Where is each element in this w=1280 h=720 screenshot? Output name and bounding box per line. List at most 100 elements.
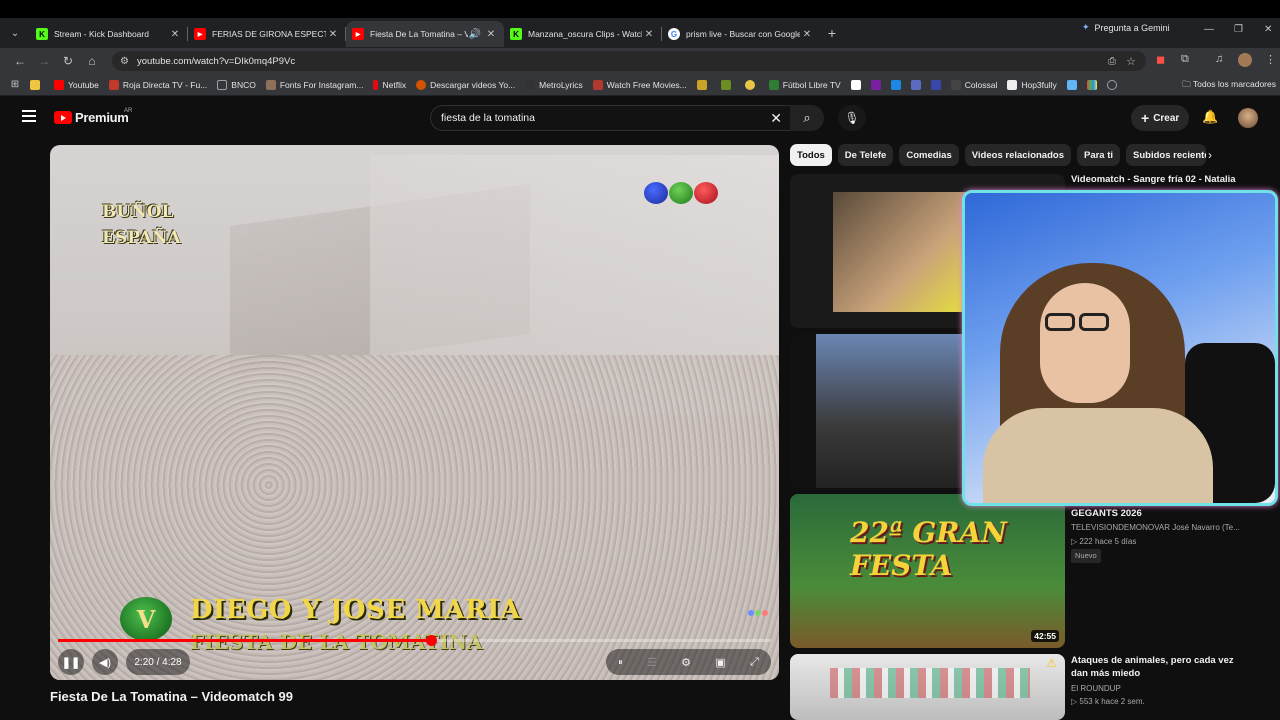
google-favicon-icon: G (668, 28, 680, 40)
avatar[interactable] (1238, 108, 1258, 128)
tab-search-chevron-icon[interactable]: ⌄ (0, 18, 30, 48)
apps-grid-icon[interactable]: ⊞ (0, 79, 30, 90)
search-button[interactable]: ⌕ (790, 105, 824, 131)
recommendation-title[interactable]: Videomatch - Sangre fría 02 - Natalia (1071, 174, 1241, 187)
search-query: fiesta de la tomatina (441, 112, 535, 124)
bookmark[interactable]: Watch Free Movies... (592, 79, 687, 90)
miniplayer-icon[interactable]: ▣ (715, 656, 725, 669)
time-text: 2:20 / 4:28 (134, 656, 182, 668)
recommendation-title[interactable]: GEGANTS 2026 (1071, 508, 1241, 521)
bookmark[interactable] (930, 79, 945, 90)
minimize-icon[interactable]: — (1204, 24, 1214, 35)
bookmark[interactable]: MetroLyrics (525, 79, 583, 90)
search-input[interactable]: fiesta de la tomatina ✕ (430, 105, 790, 131)
subtitles-icon[interactable]: ☰ (647, 656, 657, 669)
recommendation-thumbnail[interactable]: ⚠ (790, 654, 1065, 720)
browser-tab[interactable]: G prism live - Buscar con Google ✕ (662, 21, 820, 47)
youtube-premium-logo[interactable]: Premium AR (54, 108, 132, 125)
back-arrow-icon[interactable]: ← (8, 54, 32, 68)
telefe-logo (644, 182, 718, 204)
browser-tab-active[interactable]: ▶ Fiesta De La Tomatina – Vid... 🔊 ✕ (346, 21, 504, 47)
new-tab-plus-icon[interactable]: + (820, 25, 844, 41)
bookmark[interactable] (30, 79, 44, 90)
bookmark[interactable]: Colossal (950, 79, 997, 90)
close-tab-icon[interactable]: ✕ (484, 29, 498, 40)
bookmark[interactable]: Netflix (373, 79, 406, 90)
bookmark[interactable] (1066, 79, 1081, 90)
filter-chips: Todos De Telefe Comedias Videos relacion… (790, 144, 1207, 166)
close-tab-icon[interactable]: ✕ (326, 29, 340, 40)
close-window-icon[interactable]: ✕ (1264, 24, 1272, 35)
media-controls-icon[interactable]: ♫ (1215, 53, 1223, 65)
profile-avatar-icon[interactable] (1238, 53, 1252, 67)
recommendation-channel[interactable]: El ROUNDUP (1071, 683, 1121, 696)
all-bookmarks-folder[interactable]: 🗀 Todos los marcadores (1182, 79, 1276, 93)
create-button[interactable]: + Crear (1131, 105, 1190, 131)
browser-tab[interactable]: K Stream - Kick Dashboard ✕ (30, 21, 188, 47)
bookmark[interactable] (1106, 79, 1121, 90)
video-player[interactable]: BUÑOL ESPAÑA V DIEGO Y JOSE MARIA FIESTA… (50, 145, 779, 680)
bookmark[interactable] (870, 79, 885, 90)
pause-button[interactable]: ❚❚ (58, 649, 84, 675)
bookmark[interactable] (744, 79, 759, 90)
extensions-puzzle-icon[interactable]: ⧉ (1181, 53, 1189, 66)
fullscreen-icon[interactable]: ⤢ (750, 656, 759, 669)
close-tab-icon[interactable]: ✕ (800, 29, 814, 40)
bookmark[interactable]: Youtube (54, 79, 99, 90)
autoplay-toggle[interactable]: ⏸ (618, 657, 623, 668)
bookmark[interactable]: Fonts For Instagram... (265, 79, 363, 90)
chip-de-telefe[interactable]: De Telefe (837, 144, 894, 166)
settings-gear-icon[interactable]: ⚙ (681, 656, 691, 669)
glasses (1045, 313, 1075, 331)
close-tab-icon[interactable]: ✕ (642, 29, 656, 40)
address-bar[interactable]: ⚙ youtube.com/watch?v=DIk0mq4P9Vc ⎙ ☆ (112, 51, 1146, 71)
recommendation-title[interactable]: Ataques de animales, pero cada vez dan m… (1071, 655, 1241, 681)
bookmark-label: MetroLyrics (539, 79, 583, 90)
bookmark[interactable] (850, 79, 865, 90)
bookmark[interactable]: Descargar videos Yo... (416, 79, 515, 90)
recommendation-thumbnail[interactable]: 22ª GRAN FESTA 42:55 (790, 494, 1065, 648)
screen-top-edge (0, 0, 1280, 18)
recommendation-channel[interactable]: TELEVISIONDEMONOVAR José Navarro (Te... (1071, 522, 1240, 535)
bookmark-star-icon[interactable]: ☆ (1126, 55, 1136, 68)
menu-hamburger-icon[interactable] (22, 110, 36, 122)
notifications-bell-icon[interactable]: 🔔 (1202, 109, 1218, 125)
bookmark[interactable] (696, 79, 711, 90)
voice-search-button[interactable]: 🎙 (838, 105, 866, 131)
chip-comedias[interactable]: Comedias (899, 144, 959, 166)
chip-subidos-recientes[interactable]: Subidos recientes (1126, 144, 1207, 166)
chip-para-ti[interactable]: Para ti (1076, 144, 1121, 166)
chevron-right-icon[interactable]: › (1208, 148, 1212, 162)
chip-todos[interactable]: Todos (790, 144, 832, 166)
bookmark[interactable]: Hop3fully (1007, 79, 1057, 90)
clear-search-icon[interactable]: ✕ (770, 110, 782, 127)
bookmark[interactable] (890, 79, 905, 90)
tab-title: FERIAS DE GIRONA ESPECTÁCU... (212, 29, 326, 39)
browser-tab[interactable]: ▶ FERIAS DE GIRONA ESPECTÁCU... ✕ (188, 21, 346, 47)
extension-icon[interactable]: ◼ (1156, 53, 1165, 66)
bookmark[interactable]: Fútbol Libre TV (768, 79, 841, 90)
bookmark[interactable] (1086, 79, 1101, 90)
reload-icon[interactable]: ↻ (56, 54, 80, 68)
scrubber-handle[interactable] (425, 635, 437, 646)
chip-videos-relacionados[interactable]: Videos relacionados (964, 144, 1071, 166)
audio-playing-icon[interactable]: 🔊 (468, 29, 482, 40)
home-icon[interactable]: ⌂ (80, 54, 104, 68)
browser-tab[interactable]: K Manzana_oscura Clips - Watch ✕ (504, 21, 662, 47)
forward-arrow-icon[interactable]: → (32, 54, 56, 68)
gemini-button[interactable]: ✦ Pregunta a Gemini (1082, 22, 1170, 33)
bookmark-label: Roja Directa TV - Fu... (122, 79, 208, 90)
bookmark[interactable]: BNCO (217, 79, 256, 90)
close-tab-icon[interactable]: ✕ (168, 29, 182, 40)
bookmark[interactable] (720, 79, 735, 90)
progress-bar[interactable] (58, 635, 771, 646)
restore-icon[interactable]: ❐ (1234, 24, 1243, 35)
browser-menu-icon[interactable]: ⋮ (1265, 53, 1276, 66)
new-badge: Nuevo (1071, 549, 1101, 563)
site-info-icon[interactable]: ⚙ (120, 56, 129, 67)
install-app-icon[interactable]: ⎙ (1108, 56, 1116, 67)
bookmark[interactable] (910, 79, 925, 90)
volume-button[interactable]: ◀) (92, 649, 118, 675)
bookmark[interactable]: Roja Directa TV - Fu... (108, 79, 208, 90)
player-right-controls: ⏸ ☰ ⚙ ▣ ⤢ (606, 649, 771, 675)
